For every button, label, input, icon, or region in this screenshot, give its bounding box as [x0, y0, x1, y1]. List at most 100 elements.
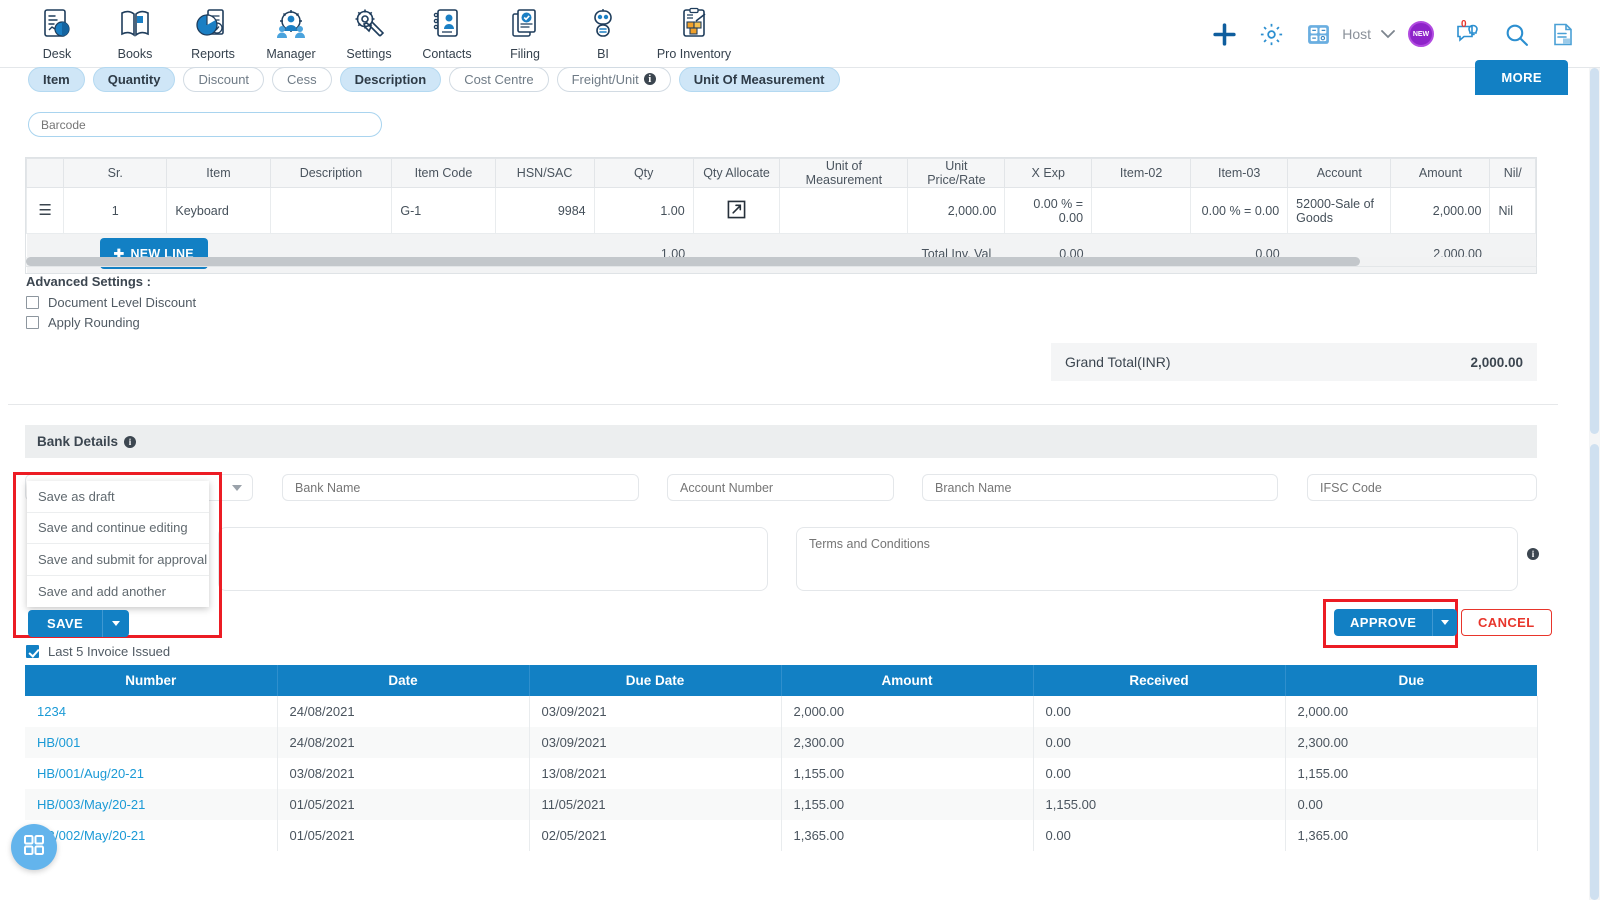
footer-spacer: [26, 233, 64, 273]
invoice-received: 0.00: [1033, 727, 1286, 758]
nav-item-desk[interactable]: Desk: [18, 0, 96, 61]
chip-discount[interactable]: Discount: [183, 66, 265, 92]
cell-uom[interactable]: [779, 187, 909, 234]
nav-item-contacts[interactable]: Contacts: [408, 0, 486, 61]
chip-item[interactable]: Item: [28, 66, 85, 92]
scrollbar-thumb-upper[interactable]: [1590, 68, 1599, 434]
document-level-discount-row[interactable]: Document Level Discount: [26, 295, 196, 310]
row-menu-icon[interactable]: ☰: [25, 187, 65, 234]
invoice-number-link[interactable]: HB/001/Aug/20-21: [25, 758, 278, 789]
host-label: Host: [1342, 26, 1371, 42]
chip-cess[interactable]: Cess: [272, 66, 332, 92]
menu-item-save-and-submit-for-approval[interactable]: Save and submit for approval: [27, 544, 209, 576]
chip-unit-of-measurement[interactable]: Unit Of Measurement: [678, 66, 840, 92]
table-row[interactable]: HB/002/May/20-21 01/05/2021 02/05/2021 1…: [25, 820, 1538, 851]
terms-and-conditions-textarea[interactable]: [796, 527, 1518, 591]
nav-label: Pro Inventory: [656, 47, 732, 61]
document-level-discount-label: Document Level Discount: [48, 295, 197, 310]
scrollbar-thumb[interactable]: [26, 257, 1360, 266]
save-dropdown-menu[interactable]: Save as draft Save and continue editing …: [27, 481, 209, 607]
nav-item-pro-inventory[interactable]: Pro Inventory: [642, 0, 746, 61]
apps-fab-button[interactable]: [11, 824, 57, 870]
chip-quantity[interactable]: Quantity: [92, 66, 176, 92]
invoice-number-link[interactable]: 1234: [25, 696, 278, 727]
nav-label: Desk: [42, 47, 72, 61]
notes-document-icon[interactable]: [1551, 22, 1575, 47]
invoice-number-link[interactable]: HB/003/May/20-21: [25, 789, 278, 820]
cell-item-02[interactable]: [1091, 187, 1192, 234]
page-vertical-scrollbar[interactable]: [1589, 68, 1600, 900]
nav-item-reports[interactable]: Reports: [174, 0, 252, 61]
save-dropdown-toggle[interactable]: [102, 610, 130, 637]
apply-rounding-row[interactable]: Apply Rounding: [26, 315, 196, 330]
account-number-input[interactable]: [667, 474, 894, 501]
scrollbar-thumb-lower[interactable]: [1590, 444, 1599, 900]
chip-label: Cess: [287, 71, 317, 87]
save-button[interactable]: SAVE: [28, 610, 103, 637]
chip-label: Description: [354, 71, 427, 87]
apply-rounding-checkbox[interactable]: [26, 316, 39, 329]
footer-total-label: Total Inv. Val: [907, 233, 1005, 273]
invoice-number-link[interactable]: HB/001: [25, 727, 278, 758]
barcode-input[interactable]: [28, 112, 382, 137]
table-row[interactable]: HB/003/May/20-21 01/05/2021 11/05/2021 1…: [25, 789, 1538, 820]
document-level-discount-checkbox[interactable]: [26, 296, 39, 309]
last-5-invoice-checkbox[interactable]: [26, 645, 39, 658]
cell-description[interactable]: [269, 187, 393, 234]
external-link-icon[interactable]: [692, 187, 781, 234]
last-5-invoice-row[interactable]: Last 5 Invoice Issued: [26, 644, 170, 659]
cell-item[interactable]: Keyboard: [166, 187, 271, 234]
search-icon[interactable]: [1504, 22, 1529, 47]
new-badge[interactable]: NEW: [1408, 21, 1434, 47]
nav-item-manager[interactable]: Manager: [252, 0, 330, 61]
nav-item-books[interactable]: Books: [96, 0, 174, 61]
cell-hsn-sac[interactable]: 9984: [494, 187, 595, 234]
cell-unit-price[interactable]: 2,000.00: [907, 187, 1006, 234]
approve-dropdown-toggle[interactable]: [1432, 609, 1458, 636]
invoice-due-date: 02/05/2021: [529, 820, 782, 851]
chip-label: Item: [43, 71, 70, 87]
cell-x-exp[interactable]: 0.00 % = 0.00: [1004, 187, 1093, 234]
ifsc-code-input[interactable]: [1307, 474, 1537, 501]
bank-name-input[interactable]: [282, 474, 639, 501]
item-grid-horizontal-scrollbar[interactable]: [25, 257, 1537, 267]
footer-blank-3: [1091, 233, 1191, 273]
table-row[interactable]: HB/001 24/08/2021 03/09/2021 2,300.00 0.…: [25, 727, 1538, 758]
invoice-date: 03/08/2021: [277, 758, 530, 789]
cancel-button[interactable]: CANCEL: [1461, 609, 1552, 636]
calculator-icon[interactable]: [1306, 22, 1331, 47]
dashboard-icon: [39, 4, 75, 46]
info-icon: i: [124, 435, 137, 448]
cell-account[interactable]: 52000-Sale of Goods: [1287, 187, 1392, 234]
approve-button[interactable]: APPROVE: [1334, 609, 1433, 636]
more-button[interactable]: MORE: [1475, 60, 1568, 95]
table-row[interactable]: ☰ 1 Keyboard G-1 9984 1.00 2,000.00 0.00…: [25, 187, 1536, 234]
plus-icon[interactable]: [1212, 22, 1237, 47]
book-icon: [117, 4, 153, 46]
cell-item-03[interactable]: 0.00 % = 0.00: [1190, 187, 1289, 234]
nav-label: Books: [117, 47, 153, 61]
nav-item-bi[interactable]: BI: [564, 0, 642, 61]
table-row[interactable]: HB/001/Aug/20-21 03/08/2021 13/08/2021 1…: [25, 758, 1538, 789]
nav-item-settings[interactable]: Settings: [330, 0, 408, 61]
chip-cost-centre[interactable]: Cost Centre: [449, 66, 549, 92]
table-row[interactable]: 1234 24/08/2021 03/09/2021 2,000.00 0.00…: [25, 696, 1538, 727]
cell-item-code[interactable]: G-1: [391, 187, 496, 234]
menu-item-save-and-add-another[interactable]: Save and add another: [27, 576, 209, 608]
chip-freight-unit[interactable]: Freight/Unit i: [556, 66, 671, 92]
menu-item-save-as-draft[interactable]: Save as draft: [27, 481, 209, 513]
invoice-number-link[interactable]: HB/002/May/20-21: [25, 820, 278, 851]
menu-item-save-and-continue-editing[interactable]: Save and continue editing: [27, 513, 209, 544]
cell-qty[interactable]: 1.00: [593, 187, 694, 234]
host-selector[interactable]: Host: [1342, 26, 1395, 42]
invoice-amount: 1,155.00: [781, 789, 1034, 820]
notification-bell-icon[interactable]: 0: [1456, 19, 1482, 46]
narration-textarea[interactable]: [218, 527, 768, 591]
nav-item-filing[interactable]: Filing: [486, 0, 564, 61]
invoice-due: 1,365.00: [1285, 820, 1538, 851]
invoice-amount: 1,155.00: [781, 758, 1034, 789]
chip-description[interactable]: Description: [339, 66, 442, 92]
gear-icon[interactable]: [1259, 22, 1284, 47]
branch-name-input[interactable]: [922, 474, 1278, 501]
nav-label: Contacts: [422, 47, 472, 61]
